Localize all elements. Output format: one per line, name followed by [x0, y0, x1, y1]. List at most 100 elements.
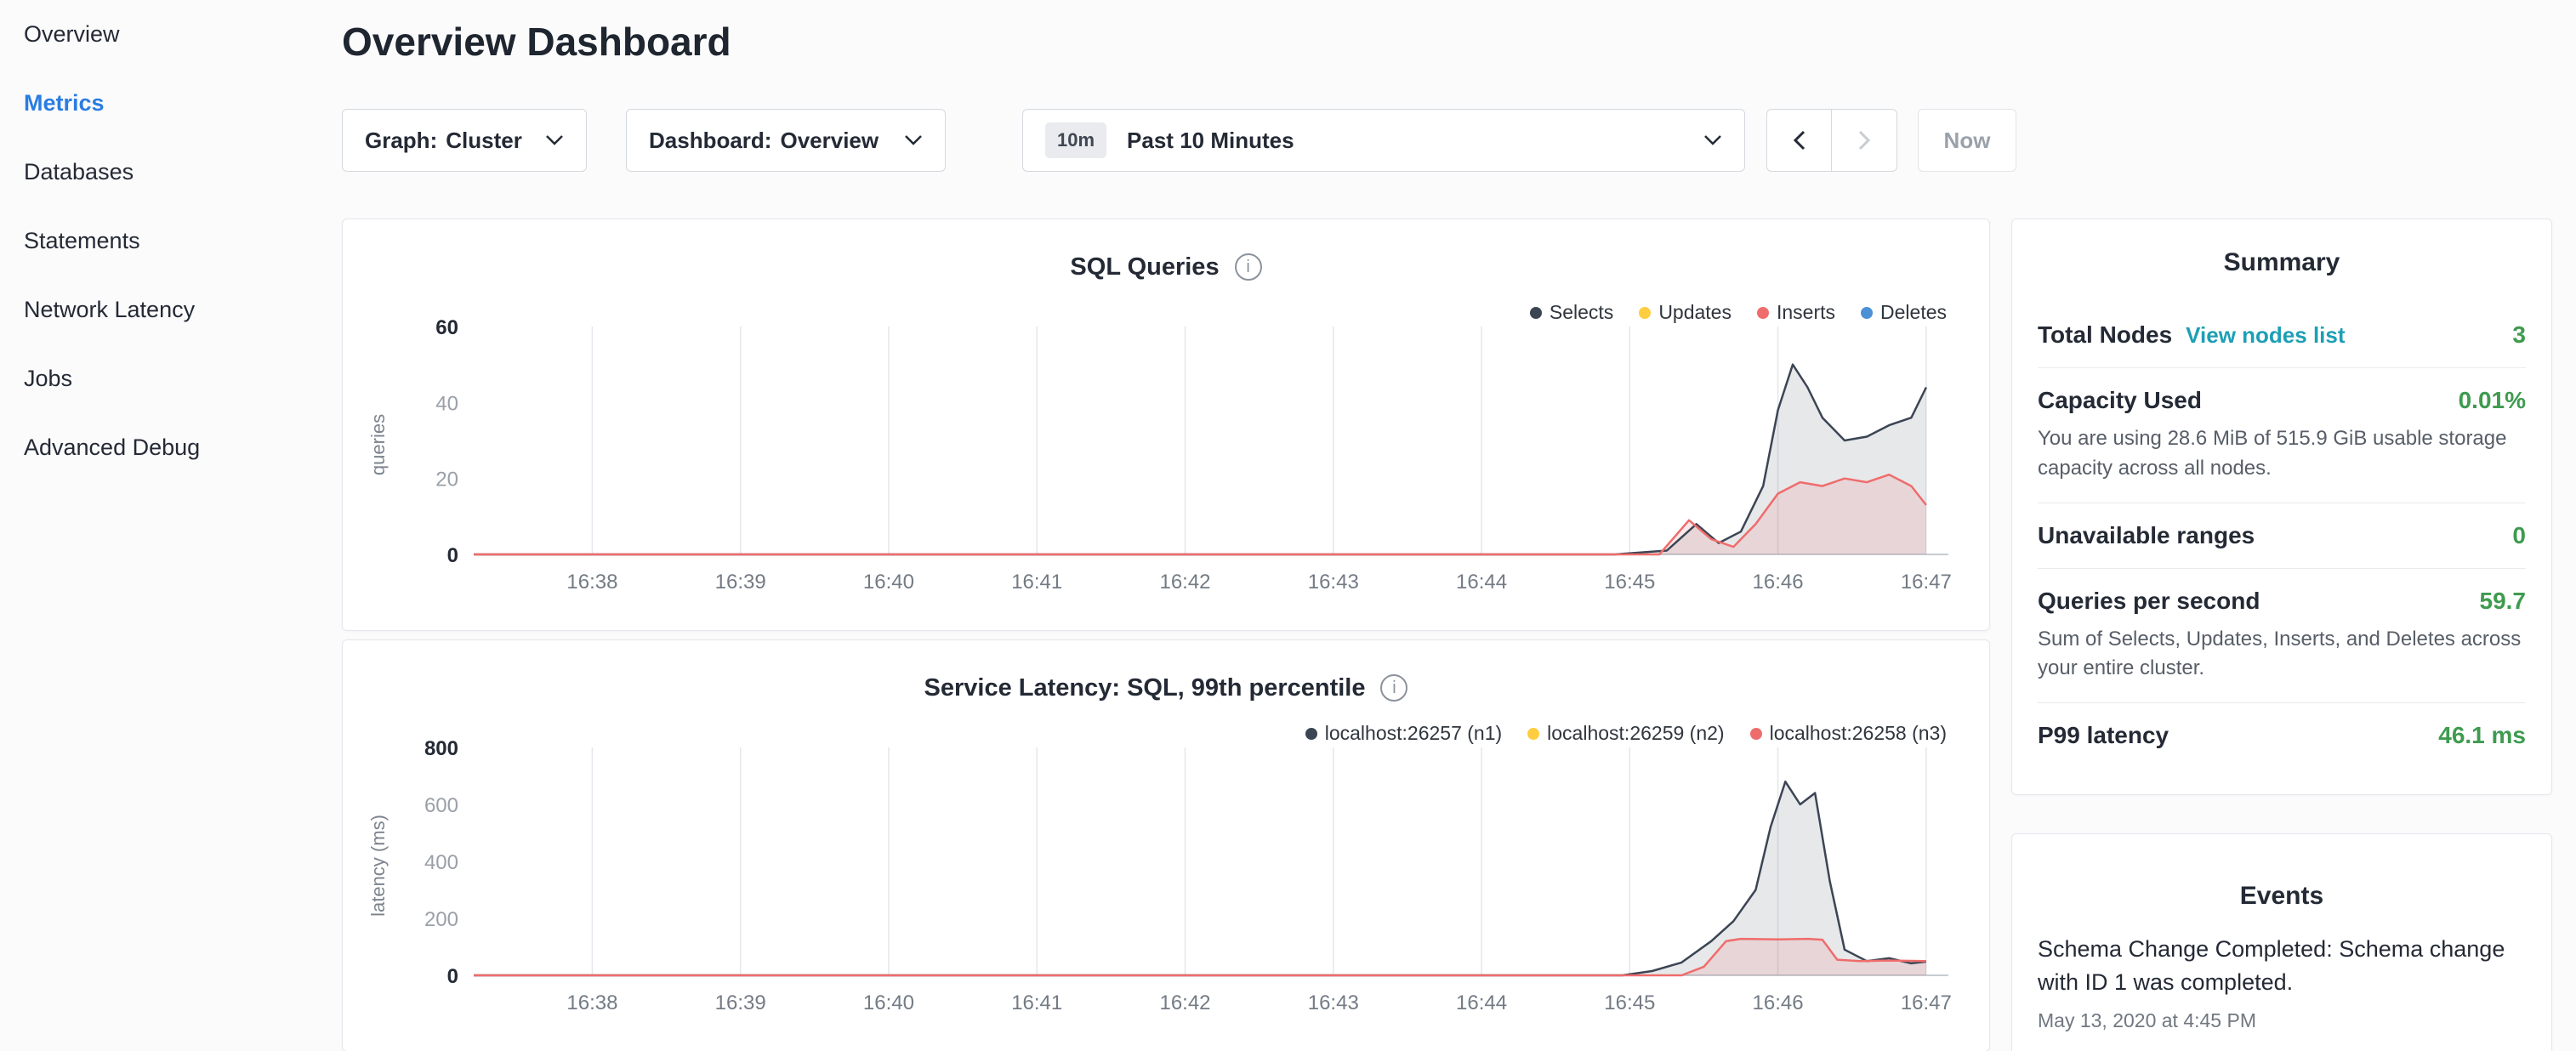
sidebar-item-jobs[interactable]: Jobs — [24, 344, 342, 413]
svg-text:16:44: 16:44 — [1456, 991, 1507, 1014]
legend-item[interactable]: localhost:26259 (n2) — [1527, 722, 1724, 745]
svg-text:16:40: 16:40 — [863, 991, 914, 1014]
dashboard-dropdown-label: Dashboard: — [649, 128, 771, 153]
sidebar-item-databases[interactable]: Databases — [24, 138, 342, 207]
service-latency-chart[interactable]: 16:3816:3916:4016:4116:4216:4316:4416:45… — [363, 732, 1970, 1038]
summary-rows: Total Nodes View nodes list 3 Capacity Used… — [2038, 303, 2526, 768]
page-title: Overview Dashboard — [342, 19, 731, 65]
summary-value: 59.7 — [2480, 588, 2527, 615]
legend-dot-icon — [1530, 307, 1542, 319]
legend-label: Selects — [1550, 301, 1613, 324]
event-timestamp: May 13, 2020 at 4:45 PM — [2038, 1009, 2526, 1032]
summary-value: 46.1 ms — [2438, 722, 2526, 749]
legend-item[interactable]: Selects — [1530, 301, 1613, 324]
summary-description: Sum of Selects, Updates, Inserts, and De… — [2038, 625, 2526, 685]
summary-row-top: P99 latency46.1 ms — [2038, 722, 2526, 749]
svg-text:16:42: 16:42 — [1159, 991, 1210, 1014]
chart-title: SQL Queries — [1070, 253, 1219, 281]
svg-text:0: 0 — [447, 965, 458, 988]
legend-dot-icon — [1527, 728, 1539, 740]
events-title: Events — [2038, 882, 2526, 911]
summary-value: 0 — [2512, 522, 2526, 549]
time-range-value: Past 10 Minutes — [1127, 128, 1294, 154]
dashboard-dropdown[interactable]: Dashboard: Overview — [626, 109, 946, 172]
svg-text:16:45: 16:45 — [1604, 571, 1655, 594]
graph-dropdown[interactable]: Graph:Cluster — [342, 109, 587, 172]
chart-title: Service Latency: SQL, 99th percentile — [924, 674, 1366, 702]
service-latency-chart-card: Service Latency: SQL, 99th percentile i … — [342, 639, 1990, 1051]
legend-item[interactable]: localhost:26257 (n1) — [1305, 722, 1502, 745]
summary-label: Capacity Used — [2038, 387, 2202, 414]
svg-text:60: 60 — [435, 316, 458, 339]
legend-item[interactable]: Inserts — [1757, 301, 1835, 324]
time-forward-button[interactable] — [1832, 109, 1897, 172]
legend-label: localhost:26257 (n1) — [1325, 722, 1502, 745]
summary-row: Queries per second 59.7 Sum of Selects, Up… — [2038, 569, 2526, 704]
svg-text:16:38: 16:38 — [566, 991, 617, 1014]
svg-text:16:46: 16:46 — [1753, 991, 1804, 1014]
info-icon[interactable]: i — [1235, 253, 1262, 281]
svg-text:800: 800 — [424, 737, 458, 760]
events-list: Schema Change Completed: Schema change w… — [2038, 933, 2526, 1032]
chevron-left-icon — [1794, 130, 1805, 151]
summary-row: Capacity Used 0.01% You are using 28.6 MiB… — [2038, 368, 2526, 503]
chart-title-row: SQL Queries i — [363, 247, 1969, 287]
sidebar: OverviewMetricsDatabasesStatementsNetwor… — [0, 0, 342, 1051]
sidebar-item-statements[interactable]: Statements — [24, 207, 342, 276]
summary-value: 3 — [2512, 321, 2526, 349]
legend-label: localhost:26258 (n3) — [1770, 722, 1947, 745]
summary-row-top: Queries per second 59.7 — [2038, 588, 2526, 615]
svg-text:16:44: 16:44 — [1456, 571, 1507, 594]
svg-text:400: 400 — [424, 851, 458, 874]
svg-text:16:40: 16:40 — [863, 571, 914, 594]
summary-row: Unavailable ranges0 — [2038, 503, 2526, 569]
info-icon[interactable]: i — [1380, 674, 1407, 702]
legend-item[interactable]: Deletes — [1861, 301, 1947, 324]
chevron-down-icon — [545, 134, 564, 146]
legend-item[interactable]: Updates — [1639, 301, 1732, 324]
sidebar-item-network-latency[interactable]: Network Latency — [24, 276, 342, 344]
sidebar-item-overview[interactable]: Overview — [24, 0, 342, 69]
sql-queries-chart[interactable]: 16:3816:3916:4016:4116:4216:4316:4416:45… — [363, 311, 1970, 617]
legend-label: Inserts — [1777, 301, 1835, 324]
event-text: Schema Change Completed: Schema change w… — [2038, 933, 2526, 999]
app-root: OverviewMetricsDatabasesStatementsNetwor… — [0, 0, 2576, 1051]
summary-title: Summary — [2038, 248, 2526, 277]
summary-panel: Summary Total Nodes View nodes list 3 Capac… — [2011, 219, 2552, 795]
chevron-right-icon — [1858, 130, 1870, 151]
legend-dot-icon — [1757, 307, 1769, 319]
graph-dropdown-value: Cluster — [446, 128, 522, 153]
summary-label: Total Nodes — [2038, 321, 2172, 349]
controls-bar: Graph:Cluster Dashboard: Overview 10m Pas… — [342, 109, 2016, 172]
view-nodes-link[interactable]: View nodes list — [2186, 322, 2345, 349]
sidebar-item-advanced-debug[interactable]: Advanced Debug — [24, 413, 342, 482]
time-range-badge: 10m — [1045, 122, 1106, 158]
summary-value: 0.01% — [2459, 387, 2526, 414]
svg-text:16:39: 16:39 — [715, 571, 766, 594]
summary-row-top: Unavailable ranges0 — [2038, 522, 2526, 549]
svg-text:16:43: 16:43 — [1308, 991, 1359, 1014]
chart-legend: localhost:26257 (n1) localhost:26259 (n2)… — [1305, 722, 1947, 745]
summary-description: You are using 28.6 MiB of 515.9 GiB usab… — [2038, 424, 2526, 484]
summary-row-top: Total Nodes View nodes list 3 — [2038, 321, 2526, 349]
legend-label: Updates — [1658, 301, 1732, 324]
dashboard-dropdown-text: Dashboard: Overview — [649, 128, 879, 154]
chart-title-row: Service Latency: SQL, 99th percentile i — [363, 668, 1969, 708]
sidebar-item-metrics[interactable]: Metrics — [24, 69, 342, 138]
summary-label: Queries per second — [2038, 588, 2260, 615]
time-range-selector[interactable]: 10m Past 10 Minutes — [1022, 109, 1745, 172]
svg-text:20: 20 — [435, 469, 458, 491]
dashboard-dropdown-value: Overview — [780, 128, 879, 153]
summary-row: Total Nodes View nodes list 3 — [2038, 303, 2526, 368]
svg-text:16:43: 16:43 — [1308, 571, 1359, 594]
y-axis-label: latency (ms) — [367, 781, 390, 951]
time-pager — [1766, 109, 1897, 172]
now-button[interactable]: Now — [1918, 109, 2016, 172]
event-item: Schema Change Completed: Schema change w… — [2038, 933, 2526, 1032]
legend-label: localhost:26259 (n2) — [1547, 722, 1724, 745]
time-back-button[interactable] — [1766, 109, 1832, 172]
legend-item[interactable]: localhost:26258 (n3) — [1750, 722, 1947, 745]
chart-legend: Selects Updates Inserts Deletes — [1530, 301, 1947, 324]
events-panel: Events Schema Change Completed: Schema c… — [2011, 833, 2552, 1051]
svg-text:16:45: 16:45 — [1604, 991, 1655, 1014]
